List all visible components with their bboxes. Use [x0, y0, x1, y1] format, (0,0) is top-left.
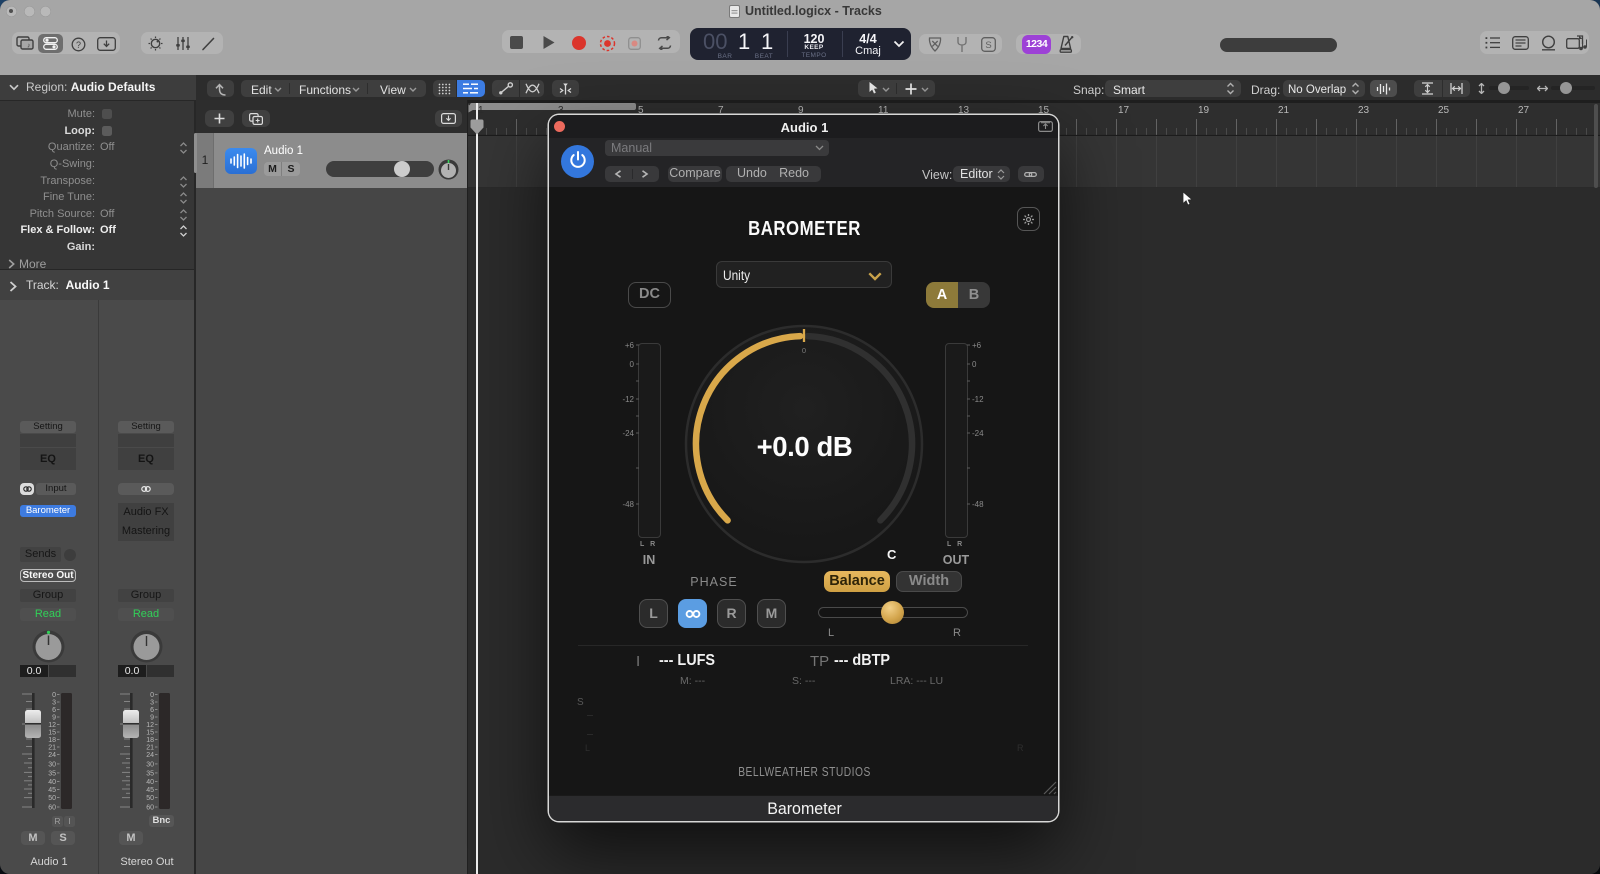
- svg-text:0: 0: [52, 692, 56, 699]
- svg-text:12: 12: [48, 722, 56, 729]
- svg-text:21: 21: [1278, 105, 1290, 116]
- svg-text:-12: -12: [622, 395, 634, 404]
- svg-text:18: 18: [48, 737, 56, 744]
- svg-text:24: 24: [146, 752, 154, 759]
- svg-text:60: 60: [48, 805, 56, 812]
- svg-text:30: 30: [146, 761, 154, 768]
- svg-text:+6: +6: [625, 341, 635, 350]
- svg-text:-12: -12: [972, 395, 984, 404]
- svg-text:50: 50: [48, 795, 56, 802]
- svg-text:45: 45: [146, 787, 154, 794]
- svg-text:0: 0: [972, 360, 977, 369]
- svg-text:-48: -48: [972, 500, 984, 509]
- svg-text:6: 6: [52, 707, 56, 714]
- svg-text:9: 9: [52, 715, 56, 722]
- svg-text:15: 15: [146, 730, 154, 737]
- svg-text:21: 21: [48, 745, 56, 752]
- svg-text:40: 40: [146, 779, 154, 786]
- svg-text:6: 6: [150, 707, 154, 714]
- svg-text:19: 19: [1198, 105, 1210, 116]
- svg-text:27: 27: [1518, 105, 1530, 116]
- svg-text:15: 15: [48, 730, 56, 737]
- svg-text:-24: -24: [622, 429, 634, 438]
- svg-text:0: 0: [630, 360, 635, 369]
- svg-text:35: 35: [48, 770, 56, 777]
- svg-text:0: 0: [802, 346, 806, 355]
- svg-text:24: 24: [48, 752, 56, 759]
- svg-text:12: 12: [146, 722, 154, 729]
- svg-text:60: 60: [146, 805, 154, 812]
- svg-text:0: 0: [150, 692, 154, 699]
- svg-text:-24: -24: [972, 429, 984, 438]
- svg-text:3: 3: [52, 700, 56, 707]
- svg-text:35: 35: [146, 770, 154, 777]
- svg-text:50: 50: [146, 795, 154, 802]
- svg-text:+6: +6: [972, 341, 982, 350]
- svg-text:1: 1: [478, 105, 484, 116]
- svg-text:18: 18: [146, 737, 154, 744]
- svg-text:30: 30: [48, 761, 56, 768]
- svg-text:25: 25: [1438, 105, 1450, 116]
- svg-text:21: 21: [146, 745, 154, 752]
- svg-text:9: 9: [150, 715, 154, 722]
- svg-text:-48: -48: [622, 500, 634, 509]
- svg-text:45: 45: [48, 787, 56, 794]
- svg-text:3: 3: [150, 700, 154, 707]
- svg-text:17: 17: [1118, 105, 1130, 116]
- svg-text:40: 40: [48, 779, 56, 786]
- svg-text:23: 23: [1358, 105, 1370, 116]
